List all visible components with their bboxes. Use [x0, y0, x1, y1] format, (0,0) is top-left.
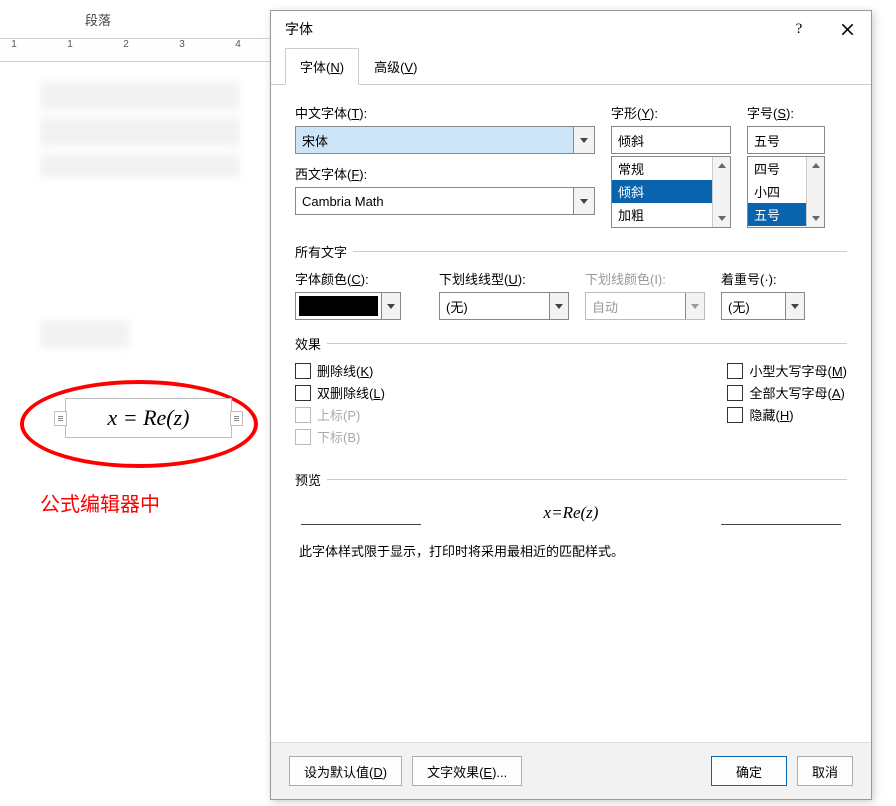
equation-handle-left[interactable]	[54, 411, 67, 426]
redacted-text	[40, 118, 240, 146]
underline-color-label: 下划线颜色(I):	[585, 269, 705, 288]
redacted-text	[40, 82, 240, 110]
underline-color-select: 自动	[585, 292, 705, 320]
scroll-up-icon[interactable]	[807, 157, 824, 174]
chevron-down-icon[interactable]	[785, 293, 804, 319]
equation-handle-right[interactable]	[230, 411, 243, 426]
horizontal-ruler[interactable]: 1123456	[0, 38, 270, 62]
font-size-input-wrap[interactable]	[747, 126, 825, 154]
font-size-input[interactable]	[748, 127, 896, 153]
text-effects-button[interactable]: 文字效果(E)...	[412, 756, 522, 786]
equation-content: x = Re(z)	[107, 405, 189, 431]
document-area: 段落 1123456 x = Re(z) 公式编辑器中	[0, 0, 270, 806]
tab-advanced[interactable]: 高级(V)	[359, 48, 432, 85]
chevron-down-icon[interactable]	[549, 293, 568, 319]
emphasis-label: 着重号(·):	[721, 269, 805, 288]
scrollbar[interactable]	[712, 157, 730, 227]
scroll-down-icon[interactable]	[807, 210, 824, 227]
scrollbar[interactable]	[806, 157, 824, 227]
dialog-body: 中文字体(T): 西文字体(F): 字形(Y): 常规 倾斜	[271, 85, 871, 586]
chevron-down-icon	[685, 293, 704, 319]
font-style-label: 字形(Y):	[611, 103, 731, 122]
scroll-up-icon[interactable]	[713, 157, 730, 174]
chinese-font-combo[interactable]	[295, 126, 595, 154]
preview-label: 预览	[295, 470, 321, 489]
underline-style-label: 下划线线型(U):	[439, 269, 569, 288]
dialog-title: 字体	[285, 19, 775, 39]
redacted-text	[40, 154, 240, 178]
redacted-text	[40, 320, 130, 348]
font-color-button[interactable]	[295, 292, 401, 320]
close-button[interactable]	[823, 11, 871, 47]
annotation-text: 公式编辑器中	[40, 488, 160, 517]
checkbox-small-caps[interactable]: 小型大写字母(M)	[727, 361, 847, 380]
help-button[interactable]: ?	[775, 11, 823, 47]
cancel-button[interactable]: 取消	[797, 756, 853, 786]
chinese-font-label: 中文字体(T):	[295, 103, 595, 122]
emphasis-select[interactable]: (无)	[721, 292, 805, 320]
scroll-down-icon[interactable]	[713, 210, 730, 227]
dialog-footer: 设为默认值(D) 文字效果(E)... 确定 取消	[271, 742, 871, 799]
effects-label: 效果	[295, 334, 321, 353]
color-swatch	[299, 296, 378, 316]
ok-button[interactable]: 确定	[711, 756, 787, 786]
set-default-button[interactable]: 设为默认值(D)	[289, 756, 402, 786]
chevron-down-icon[interactable]	[573, 188, 594, 214]
checkbox-subscript: 下标(B)	[295, 427, 385, 446]
checkbox-superscript: 上标(P)	[295, 405, 385, 424]
checkbox-hidden[interactable]: 隐藏(H)	[727, 405, 847, 424]
checkbox-double-strikethrough[interactable]: 双删除线(L)	[295, 383, 385, 402]
font-style-listbox[interactable]: 常规 倾斜 加粗	[611, 156, 731, 228]
chinese-font-input[interactable]	[296, 127, 573, 153]
font-color-label: 字体颜色(C):	[295, 269, 423, 288]
close-icon	[841, 23, 854, 36]
all-text-label: 所有文字	[295, 242, 347, 261]
chevron-down-icon[interactable]	[573, 127, 594, 153]
underline-style-select[interactable]: (无)	[439, 292, 569, 320]
western-font-label: 西文字体(F):	[295, 164, 595, 183]
checkbox-all-caps[interactable]: 全部大写字母(A)	[727, 383, 847, 402]
western-font-combo[interactable]	[295, 187, 595, 215]
font-size-label: 字号(S):	[747, 103, 825, 122]
equation-placeholder[interactable]: x = Re(z)	[65, 398, 232, 438]
font-style-input-wrap[interactable]	[611, 126, 731, 154]
chevron-down-icon[interactable]	[381, 293, 400, 319]
preview-box: x=Re(z)	[301, 503, 841, 525]
ribbon-group-paragraph: 段落	[85, 10, 111, 29]
dialog-tabs: 字体(N) 高级(V)	[271, 48, 871, 85]
font-dialog: 字体 ? 字体(N) 高级(V) 中文字体(T): 西文字体(F):	[270, 10, 872, 800]
tab-font[interactable]: 字体(N)	[285, 48, 359, 85]
dialog-titlebar[interactable]: 字体 ?	[271, 11, 871, 48]
preview-note: 此字体样式限于显示，打印时将采用最相近的匹配样式。	[299, 541, 843, 560]
font-size-listbox[interactable]: 四号 小四 五号	[747, 156, 825, 228]
preview-text: x=Re(z)	[421, 503, 721, 525]
checkbox-strikethrough[interactable]: 删除线(K)	[295, 361, 385, 380]
western-font-input[interactable]	[296, 188, 573, 214]
